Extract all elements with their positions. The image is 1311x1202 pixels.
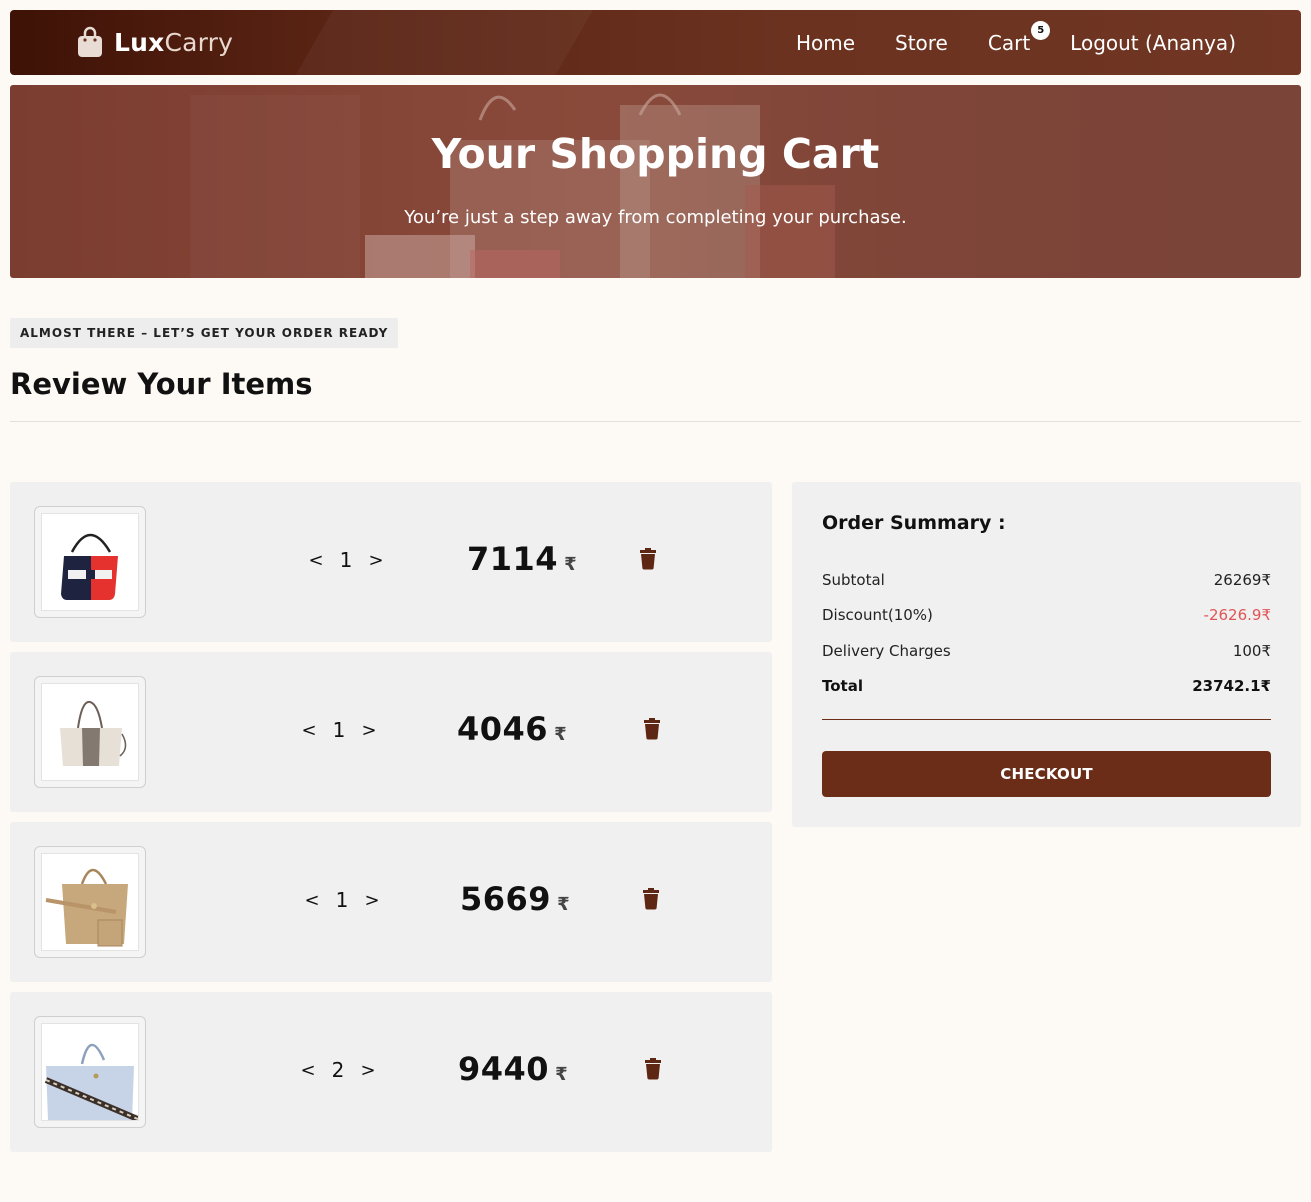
quantity-stepper: < 2 > (296, 1056, 380, 1084)
increase-qty-button[interactable]: > (364, 550, 388, 571)
product-thumbnail[interactable] (34, 846, 146, 958)
trash-icon[interactable] (644, 1058, 662, 1080)
delivery-label: Delivery Charges (822, 642, 951, 660)
shopping-bag-icon (76, 26, 104, 58)
cart-item: < 2 > 9440 ₹ (10, 992, 772, 1152)
nav-links: Home Store Cart 5 Logout (Ananya) (796, 10, 1236, 75)
delivery-value: 100₹ (1232, 642, 1271, 660)
item-price: 9440 ₹ (458, 1050, 568, 1088)
cart-item: < 1 > 7114 ₹ (10, 482, 772, 642)
product-image (41, 513, 139, 611)
discount-label: Discount(10%) (822, 606, 933, 624)
cart-item: < 1 > 4046 ₹ (10, 652, 772, 812)
subtotal-value: 26269₹ (1213, 571, 1271, 589)
decrease-qty-button[interactable]: < (300, 890, 324, 911)
product-image (41, 1023, 139, 1121)
quantity-value: 1 (332, 718, 346, 742)
order-summary-panel: Order Summary : Subtotal 26269₹ Discount… (792, 482, 1301, 827)
nav-store-link[interactable]: Store (895, 31, 948, 55)
currency-symbol: ₹ (555, 1064, 568, 1085)
subtotal-row: Subtotal 26269₹ (822, 571, 1271, 589)
section-divider (10, 421, 1301, 422)
price-value: 7114 (467, 540, 559, 578)
hero-banner: Your Shopping Cart You’re just a step aw… (10, 85, 1301, 278)
section-title: Review Your Items (10, 367, 313, 401)
hero-subtitle: You’re just a step away from completing … (404, 207, 907, 228)
product-thumbnail[interactable] (34, 506, 146, 618)
section-tagline: ALMOST THERE – LET’S GET YOUR ORDER READ… (10, 318, 399, 348)
decrease-qty-button[interactable]: < (297, 720, 321, 741)
quantity-stepper: < 1 > (297, 716, 381, 744)
item-price: 5669 ₹ (460, 880, 570, 918)
currency-symbol: ₹ (554, 724, 567, 745)
nav-logout-link[interactable]: Logout (Ananya) (1070, 31, 1236, 55)
increase-qty-button[interactable]: > (357, 720, 381, 741)
product-image (41, 853, 139, 951)
price-value: 5669 (460, 880, 552, 918)
product-thumbnail[interactable] (34, 1016, 146, 1128)
summary-divider (822, 719, 1271, 720)
logo[interactable]: LuxCarry (76, 26, 233, 58)
quantity-stepper: < 1 > (304, 546, 388, 574)
quantity-value: 1 (335, 888, 349, 912)
currency-symbol: ₹ (557, 894, 570, 915)
checkout-button[interactable]: CHECKOUT (822, 751, 1271, 797)
currency-symbol: ₹ (564, 554, 577, 575)
total-row: Total 23742.1₹ (822, 677, 1271, 695)
total-value: 23742.1₹ (1192, 677, 1271, 695)
quantity-value: 1 (339, 548, 353, 572)
decrease-qty-button[interactable]: < (304, 550, 328, 571)
hero-title: Your Shopping Cart (431, 130, 880, 178)
price-value: 9440 (458, 1050, 550, 1088)
increase-qty-button[interactable]: > (360, 890, 384, 911)
decrease-qty-button[interactable]: < (296, 1060, 320, 1081)
nav-cart-label: Cart (987, 30, 1031, 55)
trash-icon[interactable] (639, 548, 657, 570)
navbar: LuxCarry Home Store Cart 5 Logout (Ananya… (10, 10, 1301, 75)
product-image (41, 683, 139, 781)
discount-value: -2626.9₹ (1203, 606, 1271, 624)
item-price: 7114 ₹ (467, 540, 577, 578)
nav-cart-link[interactable]: Cart 5 (987, 20, 1051, 55)
increase-qty-button[interactable]: > (356, 1060, 380, 1081)
hero-shopping-bags-image (365, 93, 835, 278)
cart-item: < 1 > 5669 ₹ (10, 822, 772, 982)
order-summary-title: Order Summary : (822, 512, 1006, 534)
subtotal-label: Subtotal (822, 571, 885, 589)
product-thumbnail[interactable] (34, 676, 146, 788)
cart-count-badge: 5 (1031, 20, 1051, 40)
discount-row: Discount(10%) -2626.9₹ (822, 606, 1271, 624)
logo-text: LuxCarry (114, 27, 234, 57)
delivery-row: Delivery Charges 100₹ (822, 642, 1271, 660)
trash-icon[interactable] (642, 888, 660, 910)
trash-icon[interactable] (643, 718, 661, 740)
item-price: 4046 ₹ (457, 710, 567, 748)
quantity-value: 2 (331, 1058, 345, 1082)
nav-home-link[interactable]: Home (796, 31, 855, 55)
price-value: 4046 (457, 710, 549, 748)
total-label: Total (822, 677, 863, 695)
quantity-stepper: < 1 > (300, 886, 384, 914)
